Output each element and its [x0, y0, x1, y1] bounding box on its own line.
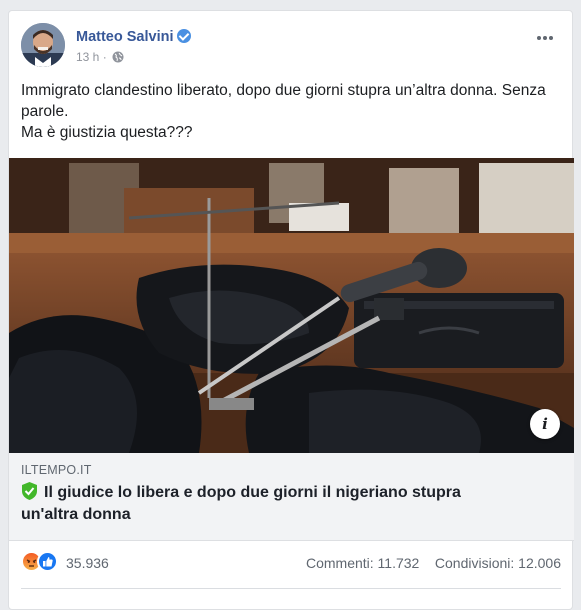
link-preview-image[interactable]: i [9, 158, 574, 453]
link-title-line2[interactable]: un'altra donna [21, 506, 131, 523]
verified-badge-icon [176, 29, 191, 43]
globe-icon[interactable] [112, 51, 124, 63]
stats-divider [21, 588, 561, 589]
post-meta: 13 h · [76, 50, 124, 64]
author-avatar[interactable] [21, 23, 65, 67]
link-title-line1[interactable]: Il giudice lo libera e dopo due giorni i… [44, 484, 461, 501]
link-title[interactable]: Il giudice lo libera e dopo due giorni i… [21, 482, 561, 526]
post-card: Matteo Salvini 13 h · Immigrato clandest… [8, 10, 574, 610]
post-text: Immigrato clandestino liberato, dopo due… [21, 80, 561, 143]
post-header: Matteo Salvini 13 h · [21, 23, 561, 69]
link-preview[interactable]: ILTEMPO.IT Il giudice lo libera e dopo d… [9, 453, 574, 541]
post-text-line: parole. [21, 103, 69, 120]
like-reaction-icon [37, 551, 58, 572]
reactions-count[interactable]: 35.936 [66, 555, 109, 571]
post-time[interactable]: 13 h [76, 50, 99, 64]
more-options-icon[interactable] [537, 27, 561, 41]
author-name-text[interactable]: Matteo Salvini [76, 29, 174, 45]
author-name[interactable]: Matteo Salvini [76, 29, 191, 45]
link-domain: ILTEMPO.IT [21, 463, 92, 477]
engagement-counts: Commenti: 11.732 Condivisioni: 12.006 [306, 555, 561, 571]
courtroom-photo [9, 158, 574, 453]
post-text-line: Ma è giustizia questa??? [21, 124, 193, 141]
shares-count[interactable]: Condivisioni: 12.006 [435, 555, 561, 571]
shield-check-icon [22, 482, 37, 500]
post-text-line: Immigrato clandestino liberato, dopo due… [21, 82, 546, 99]
info-icon[interactable]: i [530, 409, 560, 439]
comments-count[interactable]: Commenti: 11.732 [306, 555, 419, 571]
post-stats: 35.936 Commenti: 11.732 Condivisioni: 12… [21, 551, 561, 575]
